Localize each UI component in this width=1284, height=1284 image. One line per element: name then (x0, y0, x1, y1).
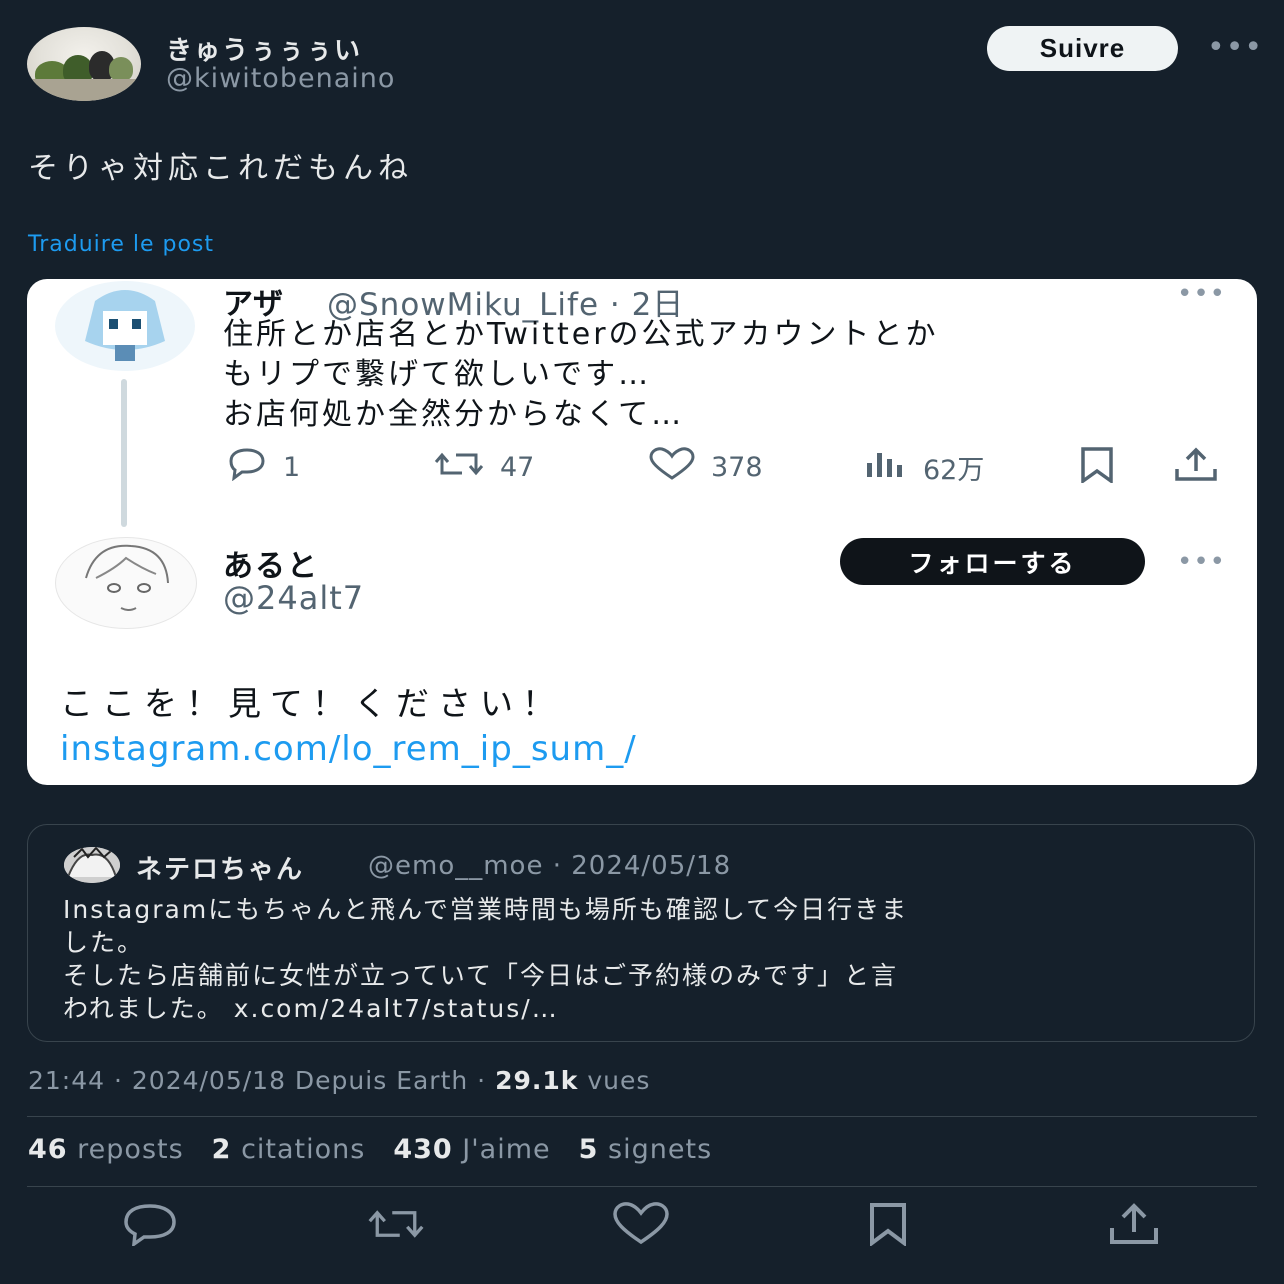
quote-author-name: ネテロちゃん (136, 855, 305, 885)
author-display-name[interactable]: きゅうぅぅぅい (166, 30, 362, 67)
bookmarks-stat[interactable]: 5 signets (579, 1134, 712, 1165)
share-icon (1173, 447, 1219, 483)
quote-line: Instagramにもちゃんと飛んで営業時間も場所も確認して今日行きま (63, 895, 909, 924)
post-meta: 21:44 · 2024/05/18 Depuis Earth · 29.1k … (28, 1066, 650, 1095)
screenshot-avatar-1 (55, 281, 195, 371)
screenshot-like: 378 (647, 447, 763, 488)
screenshot-repost-count: 47 (500, 452, 535, 483)
screenshot-views: 62万 (863, 447, 984, 488)
post-timestamp[interactable]: 21:44 · 2024/05/18 Depuis Earth · (28, 1066, 495, 1095)
bookmark-button-icon[interactable] (858, 1202, 918, 1246)
heart-icon (647, 447, 697, 488)
screenshot-avatar-2 (55, 537, 197, 629)
likes-stat[interactable]: 430 J'aime (393, 1134, 550, 1165)
screenshot-like-count: 378 (711, 452, 763, 483)
quote-avatar (64, 847, 120, 883)
views-icon (863, 447, 909, 488)
translate-post-link[interactable]: Traduire le post (28, 232, 214, 257)
screenshot-post2-handle: @24alt7 (223, 579, 365, 617)
like-button-icon[interactable] (611, 1202, 671, 1246)
more-options-icon[interactable]: ••• (1207, 30, 1263, 65)
repost-icon (432, 447, 486, 488)
quote-line: われました。 x.com/24alt7/status/… (63, 994, 559, 1023)
screenshot-follow-button: フォローする (840, 538, 1145, 585)
quote-body: Instagramにもちゃんと飛んで営業時間も場所も確認して今日行きま した。 … (63, 893, 1223, 1025)
views-label: vues (578, 1066, 651, 1095)
screenshot-post1-body: 住所とか店名とかTwitterの公式アカウントとか もリプで繋げて欲しいです… … (223, 315, 939, 435)
screenshot-post2-link: instagram.com/lo_rem_ip_sum_/ (60, 729, 637, 769)
divider (27, 1116, 1257, 1117)
quotes-stat[interactable]: 2 citations (212, 1134, 366, 1165)
repost-button-icon[interactable] (366, 1202, 426, 1246)
screenshot-post1-line: 住所とか店名とかTwitterの公式アカウントとか (223, 317, 939, 352)
screenshot-views-count: 62万 (923, 455, 985, 486)
screenshot-more-icon: ••• (1177, 279, 1227, 309)
screenshot-more-icon-2: ••• (1177, 547, 1227, 577)
author-avatar[interactable] (27, 27, 141, 101)
follow-button[interactable]: Suivre (987, 26, 1178, 71)
bookmark-icon (1077, 447, 1117, 483)
tweet-text: そりゃ対応これだもんね (28, 151, 413, 186)
quoted-tweet[interactable]: ネテロちゃん @emo__moe · 2024/05/18 Instagramに… (27, 824, 1255, 1042)
screenshot-reply-count: 1 (283, 452, 301, 483)
author-handle[interactable]: @kiwitobenaino (166, 63, 395, 94)
reply-icon (223, 447, 269, 488)
engagement-stats: 46 reposts 2 citations 430 J'aime 5 sign… (28, 1134, 712, 1165)
thread-line (121, 379, 127, 527)
attached-image[interactable]: アザ @SnowMiku_Life · 2日 ••• 住所とか店名とかTwitt… (27, 279, 1257, 785)
screenshot-post1-line: お店何処か全然分からなくて… (223, 397, 685, 432)
screenshot-post2-text: ここを！見て！ください！ (60, 684, 564, 723)
divider (27, 1186, 1257, 1187)
share-button-icon[interactable] (1104, 1202, 1164, 1246)
quote-author-handle: @emo__moe · 2024/05/18 (368, 851, 732, 881)
quote-line: そしたら店舗前に女性が立っていて「今日はご予約様のみです」と言 (63, 961, 899, 990)
reposts-stat[interactable]: 46 reposts (28, 1134, 184, 1165)
screenshot-post1-line: もリプで繋げて欲しいです… (223, 357, 652, 392)
views-count: 29.1k (495, 1066, 579, 1095)
screenshot-repost: 47 (432, 447, 534, 488)
reply-button-icon[interactable] (120, 1202, 180, 1246)
screenshot-reply: 1 (223, 447, 300, 488)
quote-line: した。 (63, 928, 145, 957)
